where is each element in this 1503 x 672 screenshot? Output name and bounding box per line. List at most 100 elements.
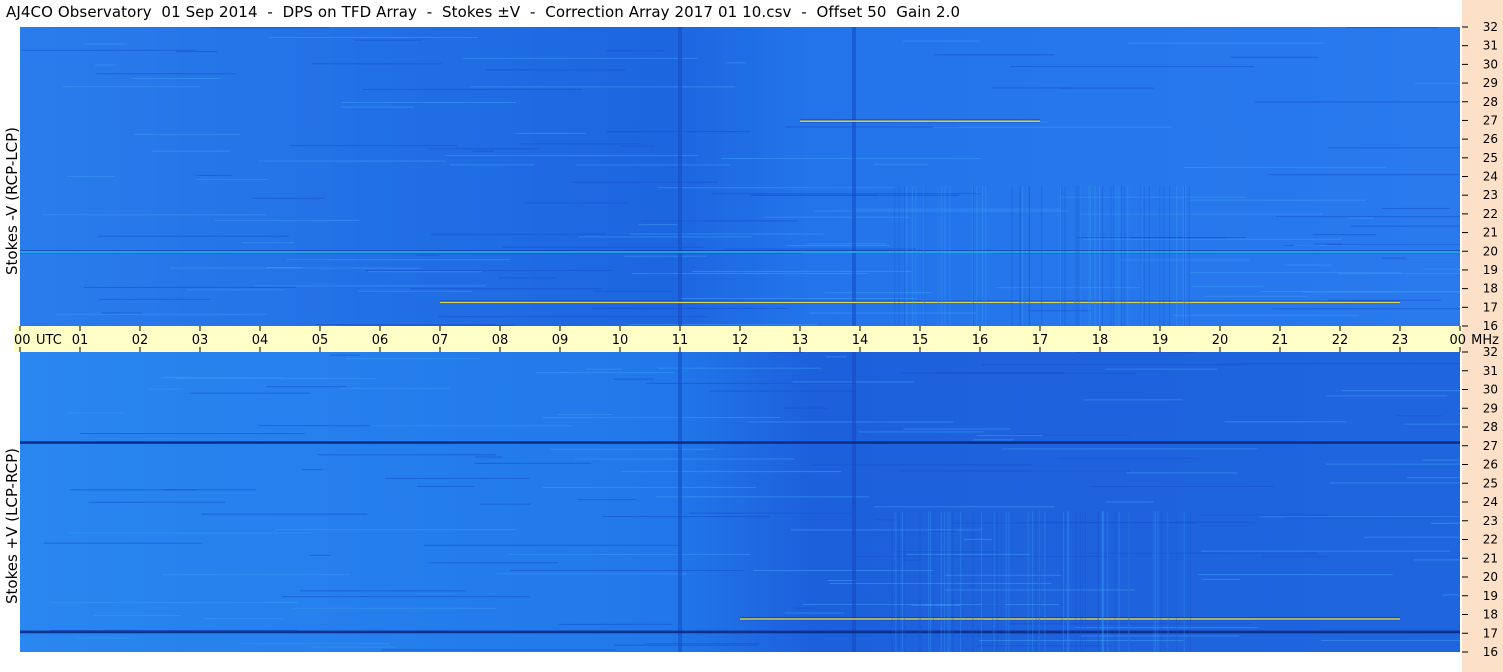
heatmap-band — [20, 251, 1460, 253]
heatmap-texture — [1114, 185, 1116, 326]
heatmap-streak — [101, 312, 141, 314]
heatmap-texture — [1160, 511, 1162, 652]
time-tick-label: 12 — [732, 333, 749, 348]
heatmap-streak — [1088, 552, 1318, 554]
heatmap-streak — [274, 529, 516, 531]
heatmap-streak — [1313, 243, 1343, 245]
frequency-tick-label: 17 — [1483, 626, 1498, 640]
frequency-tick-label: 20 — [1483, 570, 1498, 584]
heatmap-streak — [95, 64, 116, 66]
heatmap-streak — [428, 562, 558, 564]
heatmap-streak — [341, 102, 517, 104]
heatmap-texture — [1188, 185, 1190, 326]
heatmap-texture — [1155, 511, 1157, 652]
frequency-tick-label: 25 — [1483, 476, 1498, 490]
heatmap-texture — [1127, 185, 1129, 326]
heatmap-texture — [1061, 185, 1063, 326]
heatmap-texture — [1075, 185, 1077, 326]
heatmap-streak — [340, 106, 414, 108]
heatmap-vertical-stripe — [678, 27, 682, 326]
heatmap-streak — [479, 503, 531, 505]
frequency-tick-label: 19 — [1483, 263, 1498, 277]
heatmap-texture — [972, 511, 974, 652]
heatmap-texture — [1107, 511, 1109, 652]
heatmap-streak — [783, 407, 829, 409]
heatmap-streak — [299, 590, 467, 592]
frequency-tick-label: 21 — [1483, 226, 1498, 240]
heatmap-streak — [572, 181, 718, 183]
heatmap-streak — [1106, 368, 1217, 370]
heatmap-texture — [1079, 511, 1081, 652]
time-tick-label: 08 — [492, 333, 509, 348]
heatmap-streak — [874, 506, 1055, 508]
heatmap-streak — [1413, 559, 1460, 561]
heatmap-texture — [1114, 511, 1116, 652]
heatmap-streak — [549, 448, 715, 450]
heatmap-texture — [930, 511, 932, 652]
frequency-tick-label: 31 — [1483, 364, 1498, 378]
heatmap-streak — [1202, 578, 1241, 580]
heatmap-streak — [520, 143, 640, 145]
heatmap-band — [20, 442, 1460, 444]
frequency-tick-label: 22 — [1483, 533, 1498, 547]
heatmap-texture — [933, 511, 935, 652]
heatmap-texture — [1168, 511, 1170, 652]
heatmap-texture — [1176, 185, 1178, 326]
heatmap-streak — [83, 43, 128, 45]
spectrogram-figure: 00 01 02 03 04 05 06 07 08 09 10 11 12 13 14 15 16 17 18 19… — [14, 20, 1499, 659]
heatmap-streak — [657, 187, 896, 189]
heatmap-streak — [1191, 285, 1264, 287]
heatmap-texture — [1184, 185, 1186, 326]
heatmap-streak — [976, 435, 1044, 437]
heatmap-streak — [536, 372, 675, 374]
heatmap-texture — [1061, 511, 1063, 652]
heatmap-streak — [290, 145, 458, 147]
heatmap-texture — [1102, 511, 1104, 652]
frequency-tick-label: 24 — [1483, 495, 1498, 509]
heatmap-streak — [712, 193, 981, 195]
heatmap-streak — [1312, 234, 1377, 236]
heatmap-streak — [1183, 166, 1386, 168]
heatmap-streak — [252, 197, 325, 199]
heatmap-streak — [784, 612, 845, 614]
heatmap-streak — [312, 63, 442, 65]
frequency-tick-label: 32 — [1483, 345, 1498, 359]
frequency-tick-label: 24 — [1483, 170, 1498, 184]
heatmap-texture — [894, 185, 896, 326]
heatmap-texture — [1027, 511, 1029, 652]
heatmap-texture — [1099, 185, 1101, 326]
heatmap-texture — [992, 511, 994, 652]
heatmap-vertical-stripe — [852, 352, 856, 652]
heatmap-streak — [474, 462, 592, 464]
heatmap-streak — [794, 607, 816, 609]
heatmap-texture — [1067, 511, 1069, 652]
heatmap-texture — [1074, 185, 1076, 326]
heatmap-streak — [585, 368, 621, 370]
heatmap-texture — [898, 185, 900, 326]
heatmap-streak — [1338, 273, 1460, 275]
time-tick-label: 04 — [252, 333, 269, 348]
heatmap-streak — [875, 519, 899, 521]
heatmap-streak — [498, 277, 557, 279]
heatmap-texture — [937, 185, 939, 326]
heatmap-streak — [317, 454, 497, 456]
heatmap-streak — [747, 421, 954, 423]
heatmap-texture — [1062, 511, 1064, 652]
frequency-tick-label: 28 — [1483, 95, 1498, 109]
heatmap-streak — [605, 233, 824, 235]
frequency-tick-label: 26 — [1483, 458, 1498, 472]
heatmap-streak — [1327, 244, 1460, 246]
heatmap-streak — [330, 354, 361, 356]
heatmap-texture — [928, 511, 930, 652]
heatmap-streak — [96, 73, 236, 75]
heatmap-streak — [898, 372, 1138, 374]
heatmap-streak — [69, 489, 256, 491]
heatmap-texture — [980, 511, 982, 652]
heatmap-streak — [973, 439, 1014, 441]
heatmap-texture — [943, 511, 945, 652]
heatmap-streak — [524, 202, 628, 204]
heatmap-band — [440, 301, 1400, 304]
heatmap-streak — [83, 286, 297, 288]
heatmap-streak — [591, 307, 789, 309]
time-tick-label: 10 — [612, 333, 629, 348]
